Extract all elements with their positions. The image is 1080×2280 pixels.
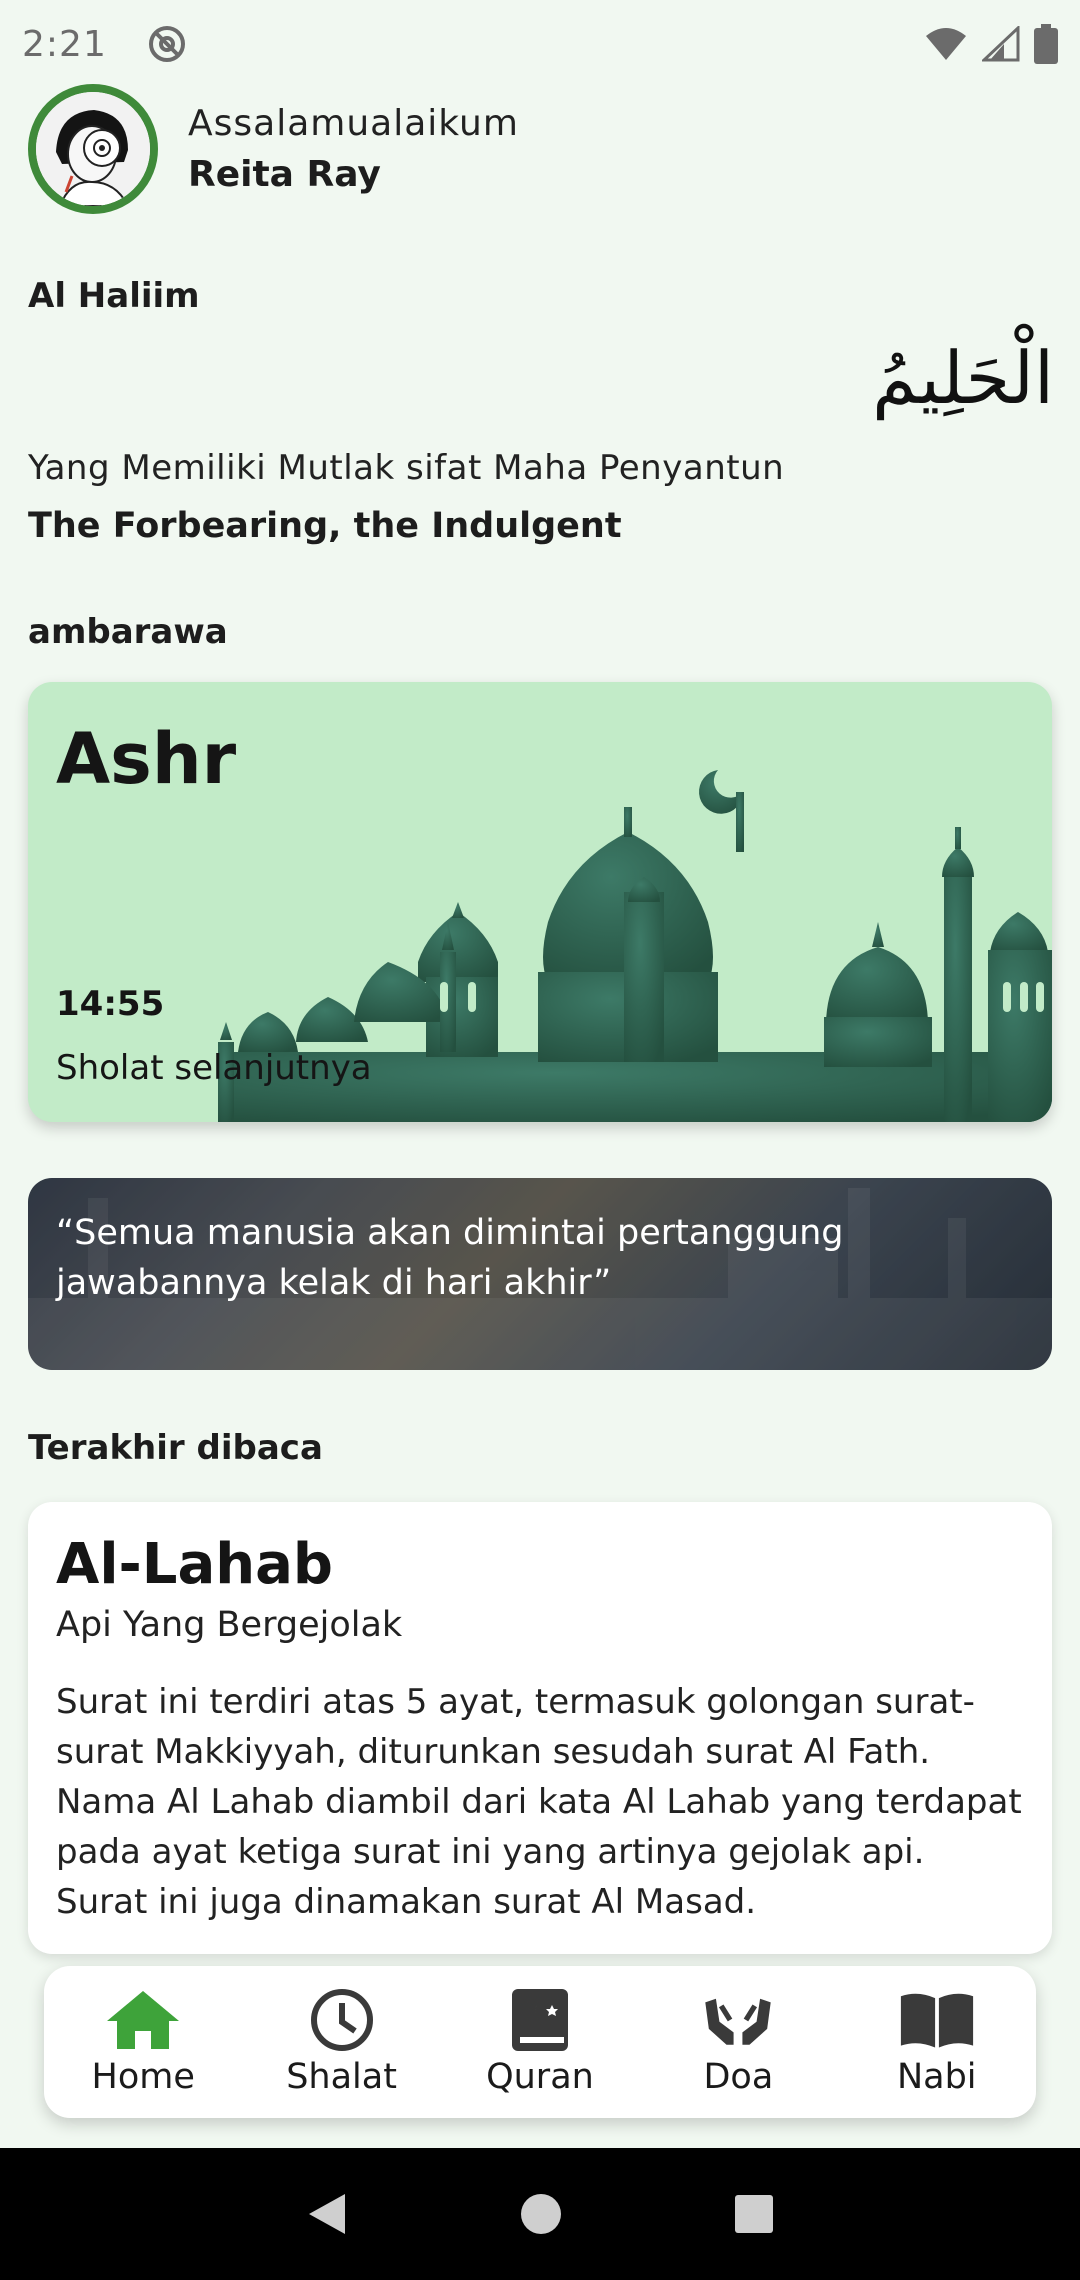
- surah-name: Al-Lahab: [56, 1532, 333, 1597]
- nav-label-nabi: Nabi: [896, 2057, 977, 2097]
- back-icon[interactable]: [305, 2190, 349, 2238]
- surah-meaning: Api Yang Bergejolak: [56, 1605, 403, 1645]
- greeting-text: Assalamualaikum: [188, 103, 519, 144]
- last-read-card[interactable]: Al-Lahab Api Yang Bergejolak Surat ini t…: [28, 1502, 1052, 1954]
- wifi-icon: [926, 28, 966, 60]
- last-read-label: Terakhir dibaca: [28, 1428, 323, 1468]
- signal-icon: [982, 26, 1020, 62]
- asma-arabic: الْحَلِيمُ: [872, 336, 1054, 420]
- dnd-icon: [148, 26, 185, 62]
- system-navigation-bar: [0, 2148, 1080, 2280]
- asma-title: Al Haliim: [28, 276, 200, 316]
- bottom-navigation: Home Shalat Quran Doa Nabi: [44, 1966, 1036, 2118]
- prayer-time: 14:55: [56, 984, 165, 1024]
- prayer-subtitle: Sholat selanjutnya: [56, 1048, 372, 1088]
- nav-label-shalat: Shalat: [286, 2057, 397, 2097]
- book-icon: [900, 1993, 973, 2048]
- header: Assalamualaikum Reita Ray: [28, 84, 519, 214]
- avatar[interactable]: [28, 84, 158, 214]
- nav-item-home[interactable]: Home: [53, 1987, 233, 2097]
- quran-icon: [511, 1989, 568, 2051]
- avatar-image: [36, 92, 150, 206]
- nav-item-doa[interactable]: Doa: [648, 1987, 828, 2097]
- battery-icon: [1034, 24, 1058, 64]
- asma-meaning-id: Yang Memiliki Mutlak sifat Maha Penyantu…: [28, 448, 785, 488]
- clock-icon: [310, 1989, 373, 2051]
- nav-label-home: Home: [91, 2057, 195, 2097]
- location-label: ambarawa: [28, 612, 228, 652]
- user-name: Reita Ray: [188, 154, 381, 195]
- praying-hands-icon: [705, 1998, 772, 2045]
- next-prayer-card[interactable]: Ashr 14:55 Sholat selanjutnya: [28, 682, 1052, 1122]
- prayer-name: Ashr: [56, 718, 237, 800]
- recents-icon[interactable]: [733, 2193, 775, 2235]
- nav-label-doa: Doa: [703, 2057, 774, 2097]
- quote-card: “Semua manusia akan dimintai pertanggung…: [28, 1178, 1052, 1370]
- surah-description: Surat ini terdiri atas 5 ayat, termasuk …: [56, 1682, 1022, 1922]
- status-bar: 2:21: [0, 0, 1080, 88]
- home-circle-icon[interactable]: [519, 2192, 563, 2236]
- nav-label-quran: Quran: [486, 2057, 594, 2097]
- status-time: 2:21: [22, 23, 107, 65]
- home-icon: [107, 1991, 180, 2049]
- nav-item-quran[interactable]: Quran: [450, 1987, 630, 2097]
- quote-text: “Semua manusia akan dimintai pertanggung…: [56, 1213, 844, 1303]
- nav-item-shalat[interactable]: Shalat: [252, 1987, 432, 2097]
- asma-meaning-en: The Forbearing, the Indulgent: [28, 506, 622, 546]
- nav-item-nabi[interactable]: Nabi: [847, 1987, 1027, 2097]
